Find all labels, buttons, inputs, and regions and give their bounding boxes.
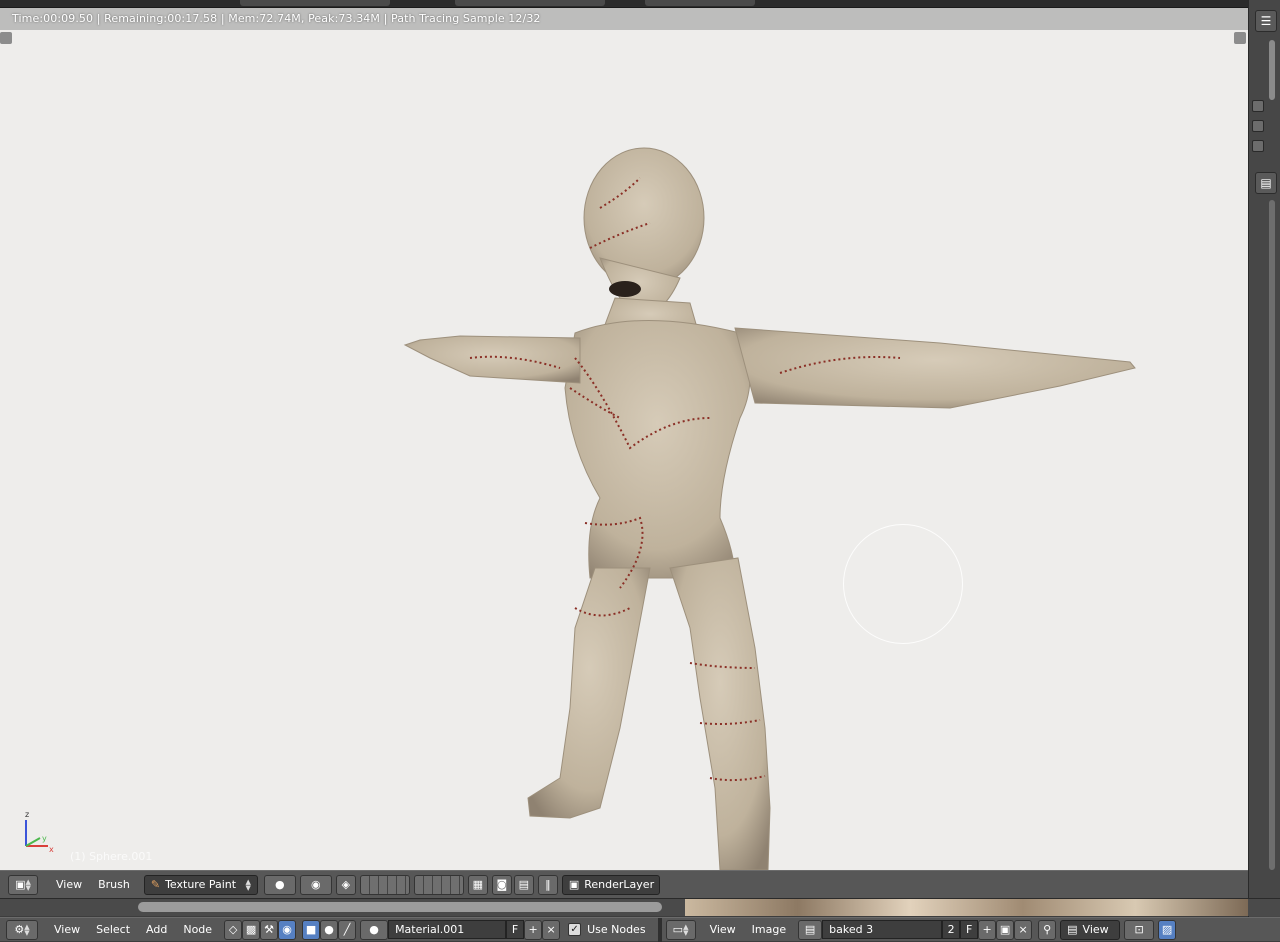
material-nodes-icon[interactable]: ◉ <box>278 919 297 940</box>
properties-sidebar: ☰ ▤ <box>1248 0 1280 941</box>
viewport-shading-button[interactable]: ● <box>263 874 296 895</box>
unlink-material-icon[interactable]: × <box>542 919 561 940</box>
render-slot-icon[interactable]: ▨ <box>1158 919 1177 940</box>
linestyle-shader-icon[interactable]: ╱ <box>338 919 357 940</box>
render-layer-label: RenderLayer <box>584 878 655 891</box>
view-mode-icon: ▤ <box>1067 923 1078 936</box>
render-still-icon[interactable]: ◙ <box>491 874 512 895</box>
layer-lock-button[interactable]: ▦ <box>467 874 488 895</box>
bottom-headers: ⚙ ▲ ▼ View Select Add Node ◇ ▩ ⚒ ◉ ■ ● ╱ ●… <box>0 917 1280 942</box>
new-image-icon[interactable]: + <box>978 919 997 940</box>
mode-label: Texture Paint <box>165 878 237 891</box>
use-nodes-checkbox[interactable]: ✓ <box>568 923 582 936</box>
pivot-icon[interactable]: ⊡ <box>1124 919 1155 940</box>
node-view-menu[interactable]: View <box>46 920 88 940</box>
dropdown-arrows-icon: ▲ ▼ <box>245 877 251 892</box>
pause-render-button[interactable]: ‖ <box>537 874 558 895</box>
pin-image-icon[interactable]: ⚲ <box>1038 919 1057 940</box>
node-node-menu[interactable]: Node <box>175 920 220 940</box>
image-image-menu[interactable]: Image <box>744 920 794 940</box>
node-add-menu[interactable]: Add <box>138 920 175 940</box>
area-divider[interactable] <box>657 917 662 942</box>
properties-scrollbar[interactable] <box>1269 200 1275 870</box>
unlink-image-icon[interactable]: × <box>1014 919 1033 940</box>
top-area-edge <box>0 0 1280 8</box>
brush-icon: ✎ <box>150 878 161 891</box>
add-material-icon[interactable]: + <box>524 919 543 940</box>
top-area-field <box>455 0 605 6</box>
world-shader-icon[interactable]: ● <box>320 919 339 940</box>
compositing-nodes-icon[interactable]: ⚒ <box>260 919 279 940</box>
material-name-field[interactable]: Material.001 <box>388 920 507 939</box>
render-layer-dropdown[interactable]: ▣ RenderLayer <box>561 874 660 895</box>
top-area-field <box>240 0 390 6</box>
image-view-menu[interactable]: View <box>702 920 744 940</box>
use-nodes-label: Use Nodes <box>587 923 646 936</box>
image-browse-button[interactable]: ▤ <box>798 919 823 940</box>
pivot-point-button[interactable]: ◉ <box>299 874 332 895</box>
image-users-count: 2 <box>942 920 961 939</box>
node-editor-type-button[interactable]: ⚙ ▲ ▼ <box>6 919 38 940</box>
image-name-field[interactable]: baked 3 <box>822 920 943 939</box>
view-mode-label: View <box>1082 923 1109 936</box>
brush-menu[interactable]: Brush <box>90 875 138 895</box>
horizontal-scrollbar[interactable] <box>138 902 662 912</box>
layer-grid-2[interactable] <box>413 874 464 895</box>
image-view-mode-dropdown[interactable]: ▤ View <box>1060 919 1121 940</box>
render-layer-icon: ▣ <box>568 878 580 891</box>
axis-z-label: z <box>25 810 29 819</box>
node-select-menu[interactable]: Select <box>88 920 138 940</box>
3d-view-header: ▣ ▲ ▼ View Brush ✎ Texture Paint ▲ ▼ ● ◉ ◈ … <box>0 870 1248 898</box>
material-fake-user-button[interactable]: F <box>506 920 525 939</box>
texture-nodes-icon[interactable]: ▩ <box>242 919 261 940</box>
material-browse-button[interactable]: ● <box>360 919 389 940</box>
image-fake-user-button[interactable]: F <box>960 920 979 939</box>
layer-grid-1[interactable] <box>359 874 410 895</box>
image-editor-type-button[interactable]: ▭ ▲ ▼ <box>665 919 696 940</box>
3d-viewport[interactable]: Time:00:09.50 | Remaining:00:17.58 | Mem… <box>0 8 1248 870</box>
top-area-field <box>645 0 755 6</box>
axis-gizmo: z x y <box>25 810 54 854</box>
view-menu[interactable]: View <box>48 875 90 895</box>
mesh-mask-button[interactable]: ◈ <box>335 874 356 895</box>
open-image-icon[interactable]: ▣ <box>996 919 1015 940</box>
camera-icon[interactable] <box>1252 120 1264 132</box>
object-shader-icon[interactable]: ■ <box>302 919 321 940</box>
properties-icon[interactable]: ▤ <box>1255 172 1277 194</box>
rendered-character <box>403 147 1136 870</box>
camera-icon[interactable] <box>1252 100 1264 112</box>
axis-x-label: x <box>49 845 54 854</box>
image-editor-preview <box>685 899 1248 916</box>
brush-cursor-circle <box>843 524 963 644</box>
editor-type-button[interactable]: ▣ ▲ ▼ <box>8 874 38 895</box>
sidebar-scrollbar[interactable] <box>1269 40 1275 100</box>
camera-icon[interactable] <box>1252 140 1264 152</box>
render-animation-icon[interactable]: ▤ <box>513 874 534 895</box>
mode-dropdown[interactable]: ✎ Texture Paint ▲ ▼ <box>143 874 258 895</box>
axis-y-label: y <box>42 834 47 843</box>
outliner-icon[interactable]: ☰ <box>1255 10 1277 32</box>
shader-nodes-icon[interactable]: ◇ <box>224 919 243 940</box>
active-object-label: (1) Sphere.001 <box>70 850 153 863</box>
